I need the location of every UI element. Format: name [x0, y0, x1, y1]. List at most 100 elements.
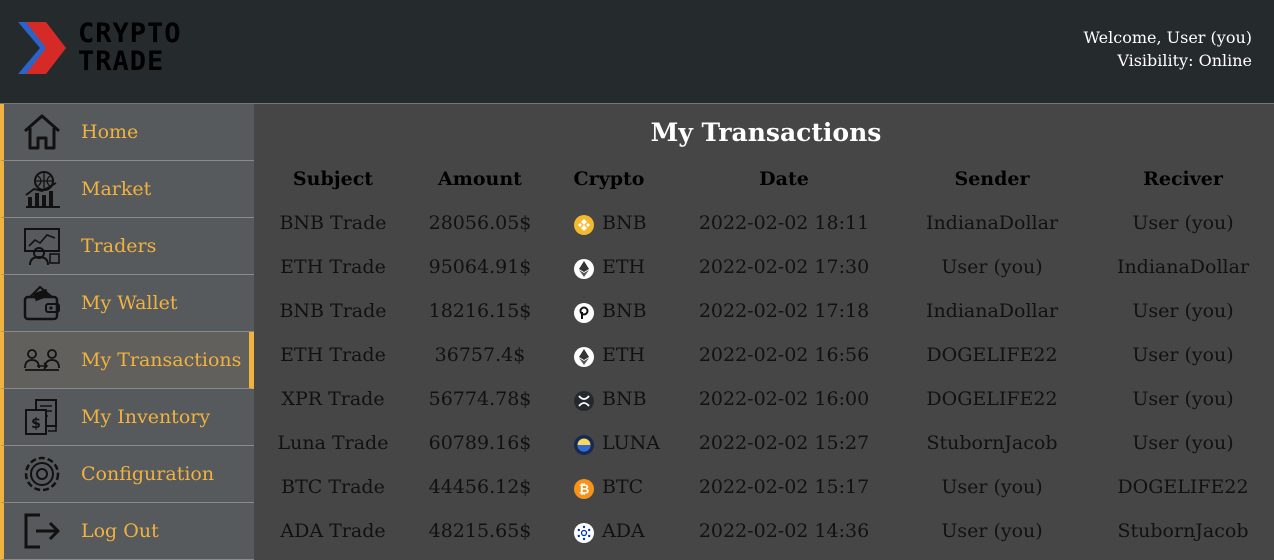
cell-date: 2022-02-02 18:11: [698, 212, 870, 234]
cell-amount: 56774.78$: [428, 388, 532, 410]
cell-subject: Luna Trade: [277, 432, 389, 454]
cell-date: 2022-02-02 16:56: [698, 344, 870, 366]
svg-text:$: $: [31, 416, 41, 432]
home-icon: [24, 114, 60, 150]
sidebar-item-label: My Inventory: [81, 406, 211, 428]
cell-subject: BNB Trade: [279, 212, 387, 234]
btc-coin-icon: ₿: [574, 479, 594, 499]
cell-amount: 44456.12$: [428, 476, 532, 498]
sidebar-item-label: Log Out: [81, 520, 159, 542]
cell-crypto: ADA: [602, 520, 645, 542]
column-header-date: Date: [759, 168, 809, 190]
logo-line-2: TRADE: [78, 46, 165, 77]
polkadot-coin-icon: [574, 303, 594, 323]
transactions-icon: [24, 349, 60, 371]
cell-sender: User (you): [941, 256, 1043, 278]
cell-receiver: StubornJacob: [1117, 520, 1249, 542]
inventory-icon: $: [25, 399, 57, 435]
chevron-logo-icon: [18, 22, 66, 74]
bnb-coin-icon: [574, 215, 594, 235]
cell-receiver: IndianaDollar: [1116, 256, 1250, 278]
market-chart-icon: [25, 171, 60, 208]
cell-subject: BTC Trade: [281, 476, 385, 498]
column-header-receiver: Reciver: [1143, 168, 1223, 190]
cell-sender: User (you): [941, 476, 1043, 498]
eth-coin-icon: [574, 347, 594, 367]
cell-sender: DOGELIFE22: [926, 388, 1058, 410]
page-title: My Transactions: [650, 118, 882, 147]
cell-crypto: LUNA: [602, 432, 660, 454]
cell-sender: User (you): [941, 520, 1043, 542]
sidebar-item-home[interactable]: Home: [0, 104, 254, 161]
gear-icon: [24, 456, 60, 492]
cell-amount: 48215.65$: [428, 520, 532, 542]
sidebar-item-my-inventory[interactable]: $ My Inventory: [0, 389, 254, 446]
sidebar-item-label: My Wallet: [81, 292, 178, 314]
cell-date: 2022-02-02 17:18: [698, 300, 870, 322]
cell-crypto: ETH: [602, 256, 646, 278]
sidebar-item-label: Traders: [81, 235, 157, 257]
cell-amount: 36757.4$: [434, 344, 526, 366]
column-header-sender: Sender: [954, 168, 1030, 190]
sidebar-item-my-transactions[interactable]: My Transactions: [0, 332, 254, 389]
traders-icon: [24, 228, 60, 266]
cell-receiver: DOGELIFE22: [1117, 476, 1249, 498]
visibility-text: Visibility: Online: [1117, 51, 1252, 70]
cell-crypto: ETH: [602, 344, 646, 366]
cell-crypto: BNB: [602, 300, 647, 322]
luna-coin-icon: [574, 435, 594, 455]
cell-date: 2022-02-02 17:30: [698, 256, 870, 278]
logout-icon: [24, 513, 60, 549]
user-status: Welcome, User (you) Visibility: Online: [1084, 26, 1253, 72]
cell-crypto: BNB: [602, 212, 647, 234]
ada-coin-icon: [574, 523, 594, 543]
logo-line-1: CRYPTO: [78, 18, 182, 49]
sidebar-item-label: Configuration: [81, 463, 215, 485]
eth-coin-icon: [574, 259, 594, 279]
cell-sender: IndianaDollar: [925, 300, 1059, 322]
svg-text:₿: ₿: [579, 483, 590, 498]
cell-crypto: BTC: [602, 476, 644, 498]
cell-sender: IndianaDollar: [925, 212, 1059, 234]
cell-sender: StubornJacob: [926, 432, 1058, 454]
cell-sender: DOGELIFE22: [926, 344, 1058, 366]
sidebar: Home Market Traders My Wallet My Transac…: [0, 104, 254, 560]
cell-receiver: User (you): [1132, 432, 1234, 454]
cell-date: 2022-02-02 16:00: [698, 388, 870, 410]
cell-receiver: User (you): [1132, 388, 1234, 410]
main-content: My Transactions Subject Amount Crypto Da…: [254, 104, 1274, 552]
cell-receiver: User (you): [1132, 300, 1234, 322]
column-header-subject: Subject: [292, 168, 374, 190]
cell-crypto: BNB: [602, 388, 647, 410]
sidebar-item-traders[interactable]: Traders: [0, 218, 254, 275]
sidebar-item-configuration[interactable]: Configuration: [0, 446, 254, 503]
cell-amount: 60789.16$: [428, 432, 532, 454]
cell-subject: ETH Trade: [280, 256, 386, 278]
cell-receiver: User (you): [1132, 344, 1234, 366]
sidebar-item-label: Home: [81, 121, 139, 143]
column-header-crypto: Crypto: [573, 168, 645, 190]
wallet-icon: [23, 285, 60, 321]
cell-amount: 28056.05$: [428, 212, 532, 234]
cell-date: 2022-02-02 15:27: [698, 432, 870, 454]
sidebar-item-label: My Transactions: [81, 349, 242, 371]
cell-amount: 95064.91$: [428, 256, 532, 278]
cell-subject: ETH Trade: [280, 344, 386, 366]
app-logo[interactable]: CRYPTO TRADE: [18, 20, 218, 80]
sidebar-item-market[interactable]: Market: [0, 161, 254, 218]
cell-date: 2022-02-02 14:36: [698, 520, 870, 542]
logo-text: CRYPTO TRADE: [78, 20, 182, 76]
sidebar-item-my-wallet[interactable]: My Wallet: [0, 275, 254, 332]
welcome-text: Welcome, User (you): [1083, 28, 1253, 47]
xrp-coin-icon: [574, 391, 594, 411]
sidebar-item-log-out[interactable]: Log Out: [0, 503, 254, 560]
cell-date: 2022-02-02 15:17: [698, 476, 870, 498]
cell-receiver: User (you): [1132, 212, 1234, 234]
cell-subject: BNB Trade: [279, 300, 387, 322]
cell-subject: ADA Trade: [280, 520, 386, 542]
cell-subject: XPR Trade: [281, 388, 385, 410]
top-header: CRYPTO TRADE Welcome, User (you) Visibil…: [0, 0, 1274, 104]
column-header-amount: Amount: [438, 168, 522, 190]
sidebar-item-label: Market: [81, 178, 152, 200]
cell-amount: 18216.15$: [428, 300, 532, 322]
